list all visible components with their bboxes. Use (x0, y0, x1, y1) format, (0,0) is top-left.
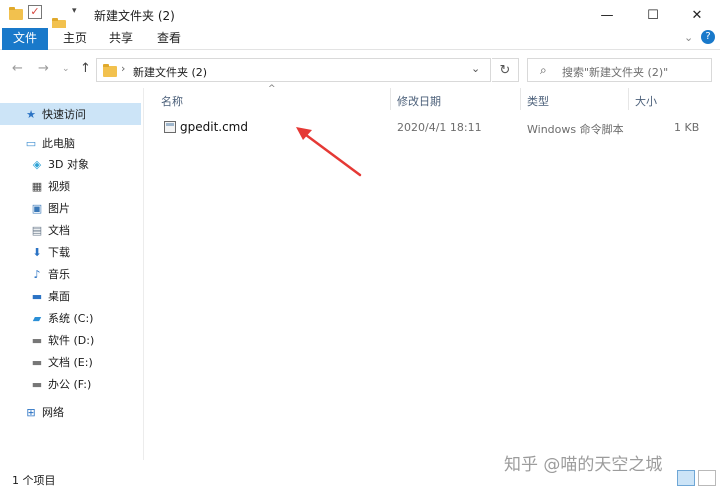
item-count: 1 个项目 (12, 474, 56, 487)
large-icons-view-icon[interactable] (698, 470, 716, 486)
file-modified: 2020/4/1 18:11 (397, 121, 482, 134)
file-type: Windows 命令脚本 (527, 123, 624, 136)
sidebar-item-video[interactable]: ▦ 视频 (0, 175, 141, 197)
column-header-size[interactable]: 大小 (635, 93, 657, 109)
address-bar[interactable]: › 新建文件夹 (2) ⌄ (96, 58, 491, 82)
tab-home[interactable]: 主页 (54, 28, 96, 50)
status-bar: 1 个项目 (0, 468, 720, 490)
minimize-button[interactable]: — (584, 0, 630, 30)
music-icon: ♪ (33, 267, 41, 281)
network-icon: ⊞ (26, 405, 36, 419)
system-drive-icon: ▰ (32, 311, 42, 325)
forward-arrow-icon[interactable]: → (38, 61, 49, 76)
column-divider[interactable] (390, 88, 391, 110)
search-placeholder: 搜索"新建文件夹 (2)" (562, 66, 669, 79)
column-header-name[interactable]: 名称 (161, 93, 183, 109)
sidebar-item-quick-access[interactable]: ★ 快速访问 (0, 103, 141, 125)
computer-icon: ▭ (25, 136, 37, 150)
3d-objects-icon: ◈ (32, 157, 42, 171)
file-name[interactable]: gpedit.cmd (180, 120, 248, 134)
pictures-icon: ▣ (31, 201, 43, 215)
sidebar-item-drive-e[interactable]: ▬ 文档 (E:) (0, 351, 141, 373)
ribbon-tabs: 文件 主页 共享 查看 ⌄ ? (0, 28, 720, 50)
sidebar-item-music[interactable]: ♪ 音乐 (0, 263, 141, 285)
drive-icon: ▬ (31, 377, 43, 391)
back-arrow-icon[interactable]: ← (12, 61, 23, 76)
column-header-type[interactable]: 类型 (527, 93, 549, 109)
video-icon: ▦ (31, 179, 43, 193)
sidebar-item-drive-f[interactable]: ▬ 办公 (F:) (0, 373, 141, 395)
title-bar: ✓ ▾ 新建文件夹 (2) — ☐ ✕ (0, 0, 720, 31)
customize-toolbar-icon[interactable]: ▾ (72, 6, 77, 16)
address-dropdown-icon[interactable]: ⌄ (471, 62, 480, 75)
help-icon[interactable]: ? (701, 30, 715, 44)
sidebar-item-downloads[interactable]: ⬇ 下载 (0, 241, 141, 263)
tab-view[interactable]: 查看 (146, 28, 192, 50)
up-arrow-icon[interactable]: ↑ (80, 61, 91, 76)
tab-file[interactable]: 文件 (2, 28, 48, 50)
search-input[interactable]: ⌕ 搜索"新建文件夹 (2)" (527, 58, 712, 82)
file-size: 1 KB (674, 121, 700, 134)
address-row: ← → ⌄ ↑ › 新建文件夹 (2) ⌄ ↻ ⌕ 搜索"新建文件夹 (2)" (0, 54, 720, 84)
column-divider[interactable] (628, 88, 629, 110)
drive-icon: ▬ (31, 355, 43, 369)
column-divider[interactable] (520, 88, 521, 110)
search-icon: ⌕ (540, 63, 547, 77)
desktop-icon: ▬ (31, 289, 43, 303)
window-title: 新建文件夹 (2) (94, 9, 175, 23)
details-view-icon[interactable] (677, 470, 695, 486)
breadcrumb-current[interactable]: 新建文件夹 (2) (133, 64, 207, 80)
sidebar-item-documents[interactable]: ▤ 文档 (0, 219, 141, 241)
close-button[interactable]: ✕ (674, 0, 720, 30)
drive-icon: ▬ (31, 333, 43, 347)
sidebar-item-drive-d[interactable]: ▬ 软件 (D:) (0, 329, 141, 351)
sidebar-item-desktop[interactable]: ▬ 桌面 (0, 285, 141, 307)
navigation-pane: ★ 快速访问 ▭ 此电脑 ◈ 3D 对象 ▦ 视频 ▣ 图片 ▤ 文档 ⬇ 下载… (0, 88, 144, 460)
maximize-button[interactable]: ☐ (630, 0, 676, 30)
cmd-file-icon (164, 121, 176, 133)
tab-share[interactable]: 共享 (100, 28, 142, 50)
download-icon: ⬇ (32, 245, 42, 259)
column-header-modified[interactable]: 修改日期 (397, 93, 441, 109)
sidebar-item-network[interactable]: ⊞ 网络 (0, 401, 141, 423)
star-icon: ★ (26, 107, 36, 121)
breadcrumb-separator-icon[interactable]: › (121, 62, 125, 75)
table-row[interactable]: gpedit.cmd 2020/4/1 18:11 Windows 命令脚本 1… (150, 118, 712, 138)
sidebar-item-3d-objects[interactable]: ◈ 3D 对象 (0, 153, 141, 175)
sidebar-item-drive-c[interactable]: ▰ 系统 (C:) (0, 307, 141, 329)
properties-icon[interactable]: ✓ (28, 5, 42, 19)
sidebar-item-this-pc[interactable]: ▭ 此电脑 (0, 132, 141, 154)
documents-icon: ▤ (31, 223, 43, 237)
recent-locations-icon[interactable]: ⌄ (62, 64, 70, 74)
folder-icon (9, 7, 23, 20)
chevron-down-icon[interactable]: ⌄ (684, 31, 693, 44)
sort-ascending-icon: ^ (268, 84, 276, 94)
annotation-arrow-icon (296, 127, 362, 177)
refresh-button[interactable]: ↻ (492, 58, 519, 82)
folder-icon (103, 64, 117, 77)
sidebar-item-pictures[interactable]: ▣ 图片 (0, 197, 141, 219)
